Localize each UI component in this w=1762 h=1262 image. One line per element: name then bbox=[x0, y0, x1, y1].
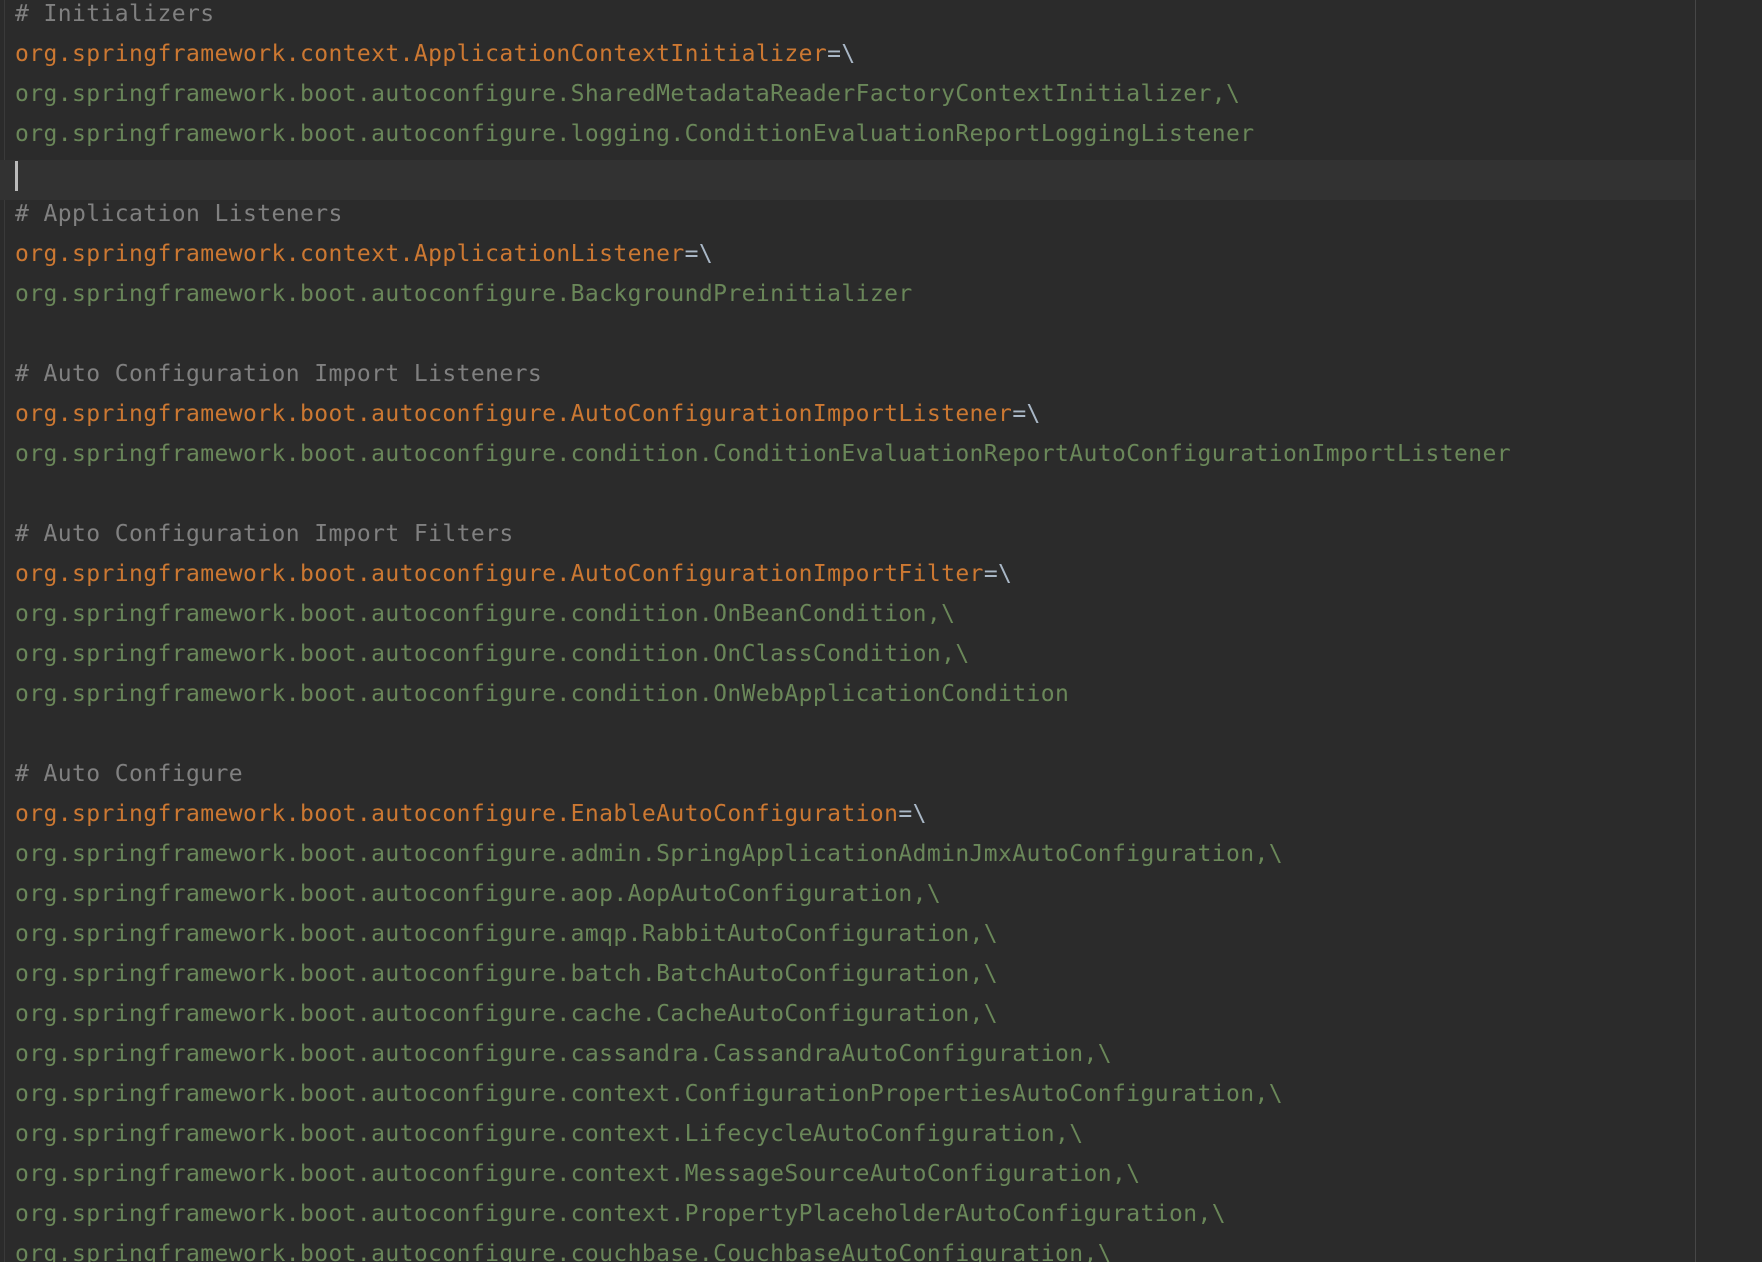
property-value: org.springframework.boot.autoconfigure.c… bbox=[15, 1121, 1084, 1147]
property-key: org.springframework.context.ApplicationL… bbox=[15, 241, 685, 267]
code-line[interactable]: org.springframework.boot.autoconfigure.c… bbox=[15, 1000, 1695, 1040]
comment-text: # Initializers bbox=[15, 1, 215, 27]
blank-line[interactable] bbox=[15, 320, 1695, 360]
code-line[interactable]: org.springframework.boot.autoconfigure.c… bbox=[15, 1160, 1695, 1200]
code-line[interactable]: # Initializers bbox=[15, 0, 1695, 40]
code-line[interactable]: org.springframework.boot.autoconfigure.c… bbox=[15, 1200, 1695, 1240]
property-value: org.springframework.boot.autoconfigure.c… bbox=[15, 641, 970, 667]
code-line[interactable]: org.springframework.boot.autoconfigure.S… bbox=[15, 80, 1695, 120]
current-line[interactable] bbox=[0, 160, 1695, 200]
assign-operator: =\ bbox=[827, 41, 856, 67]
code-line[interactable]: org.springframework.boot.autoconfigure.c… bbox=[15, 680, 1695, 720]
comment-text: # Auto Configure bbox=[15, 761, 243, 787]
text-caret bbox=[15, 161, 18, 191]
property-key: org.springframework.context.ApplicationC… bbox=[15, 41, 828, 67]
code-line[interactable]: # Auto Configure bbox=[15, 760, 1695, 800]
property-value: org.springframework.boot.autoconfigure.c… bbox=[15, 601, 956, 627]
code-line[interactable]: org.springframework.boot.autoconfigure.B… bbox=[15, 280, 1695, 320]
assign-operator: =\ bbox=[684, 241, 714, 267]
code-line[interactable]: org.springframework.context.ApplicationC… bbox=[15, 40, 1695, 80]
property-value: org.springframework.boot.autoconfigure.a… bbox=[15, 881, 942, 907]
code-line[interactable]: org.springframework.context.ApplicationL… bbox=[15, 240, 1695, 280]
code-line[interactable]: org.springframework.boot.autoconfigure.l… bbox=[15, 120, 1695, 160]
assign-operator: =\ bbox=[983, 561, 1013, 587]
code-line[interactable]: org.springframework.boot.autoconfigure.a… bbox=[15, 840, 1695, 880]
code-editor[interactable]: # Initializers org.springframework.conte… bbox=[0, 0, 1762, 1262]
code-line[interactable]: org.springframework.boot.autoconfigure.c… bbox=[15, 1240, 1695, 1262]
property-value: org.springframework.boot.autoconfigure.c… bbox=[15, 441, 1511, 467]
property-value: org.springframework.boot.autoconfigure.b… bbox=[15, 961, 999, 987]
code-line[interactable]: org.springframework.boot.autoconfigure.c… bbox=[15, 600, 1695, 640]
property-value: org.springframework.boot.autoconfigure.c… bbox=[15, 1041, 1113, 1067]
code-line[interactable]: org.springframework.boot.autoconfigure.a… bbox=[15, 880, 1695, 920]
assign-operator: =\ bbox=[1012, 401, 1041, 427]
blank-line[interactable] bbox=[15, 480, 1695, 520]
code-line[interactable]: # Application Listeners bbox=[15, 200, 1695, 240]
property-value: org.springframework.boot.autoconfigure.c… bbox=[15, 1201, 1227, 1227]
assign-operator: =\ bbox=[898, 801, 927, 827]
property-value: org.springframework.boot.autoconfigure.c… bbox=[15, 681, 1070, 707]
property-value: org.springframework.boot.autoconfigure.l… bbox=[15, 121, 1255, 147]
property-key: org.springframework.boot.autoconfigure.E… bbox=[15, 801, 899, 827]
property-value: org.springframework.boot.autoconfigure.c… bbox=[15, 1161, 1141, 1187]
code-line[interactable]: org.springframework.boot.autoconfigure.A… bbox=[15, 400, 1695, 440]
code-line[interactable]: org.springframework.boot.autoconfigure.b… bbox=[15, 960, 1695, 1000]
code-line[interactable]: org.springframework.boot.autoconfigure.A… bbox=[15, 560, 1695, 600]
property-value: org.springframework.boot.autoconfigure.a… bbox=[15, 841, 1283, 867]
code-line[interactable]: org.springframework.boot.autoconfigure.c… bbox=[15, 440, 1695, 480]
right-margin-guide bbox=[1695, 0, 1696, 1262]
code-line[interactable]: # Auto Configuration Import Listeners bbox=[15, 360, 1695, 400]
comment-text: # Application Listeners bbox=[15, 201, 343, 227]
comment-text: # Auto Configuration Import Listeners bbox=[15, 361, 543, 387]
property-value: org.springframework.boot.autoconfigure.c… bbox=[15, 1081, 1283, 1107]
property-value: org.springframework.boot.autoconfigure.a… bbox=[15, 921, 999, 947]
code-line[interactable]: org.springframework.boot.autoconfigure.c… bbox=[15, 1080, 1695, 1120]
property-value: org.springframework.boot.autoconfigure.S… bbox=[15, 81, 1241, 107]
code-line[interactable]: org.springframework.boot.autoconfigure.E… bbox=[15, 800, 1695, 840]
property-value: org.springframework.boot.autoconfigure.c… bbox=[15, 1241, 1113, 1262]
property-key: org.springframework.boot.autoconfigure.A… bbox=[15, 401, 1013, 427]
blank-line[interactable] bbox=[15, 720, 1695, 760]
property-value: org.springframework.boot.autoconfigure.c… bbox=[15, 1001, 999, 1027]
comment-text: # Auto Configuration Import Filters bbox=[15, 521, 514, 547]
code-area[interactable]: # Initializers org.springframework.conte… bbox=[0, 0, 1695, 1262]
code-line[interactable]: org.springframework.boot.autoconfigure.a… bbox=[15, 920, 1695, 960]
property-value: org.springframework.boot.autoconfigure.B… bbox=[15, 281, 913, 307]
code-line[interactable]: org.springframework.boot.autoconfigure.c… bbox=[15, 1040, 1695, 1080]
code-line[interactable]: # Auto Configuration Import Filters bbox=[15, 520, 1695, 560]
code-line[interactable]: org.springframework.boot.autoconfigure.c… bbox=[15, 640, 1695, 680]
code-line[interactable]: org.springframework.boot.autoconfigure.c… bbox=[15, 1120, 1695, 1160]
property-key: org.springframework.boot.autoconfigure.A… bbox=[15, 561, 984, 587]
